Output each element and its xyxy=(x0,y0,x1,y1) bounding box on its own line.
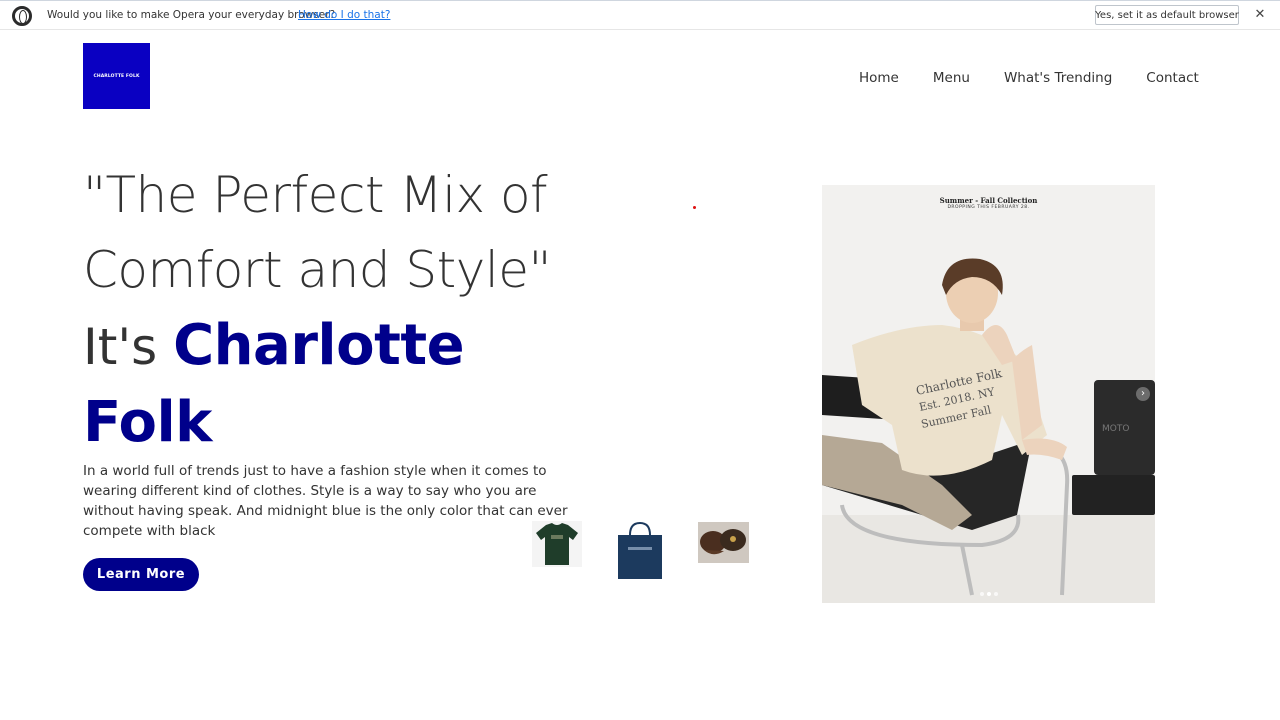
carousel-dot-active[interactable] xyxy=(987,592,991,596)
site-logo[interactable]: CHARLOTTE FOLK xyxy=(83,43,150,109)
carousel-next-icon[interactable]: › xyxy=(1136,387,1150,401)
nav-item-menu[interactable]: Menu xyxy=(933,70,970,86)
nav-item-contact[interactable]: Contact xyxy=(1146,70,1199,86)
opera-default-browser-bar: Would you like to make Opera your everyd… xyxy=(0,0,1280,30)
carousel-dots xyxy=(980,592,1001,596)
hero-brand-line2: Folk xyxy=(83,390,212,455)
red-dot-decoration xyxy=(693,206,696,209)
hero-brand-heading: It's Charlotte Folk xyxy=(83,308,643,462)
opera-how-link[interactable]: How do I do that? xyxy=(298,9,390,21)
model-in-chair-illustration: MOTO Charlotte Folk Est. 2018. NY Summer… xyxy=(822,258,1155,603)
main-nav: Home Menu What's Trending Contact xyxy=(859,70,1199,86)
green-tshirt-thumbnail[interactable] xyxy=(532,521,582,567)
nav-item-whats-trending[interactable]: What's Trending xyxy=(1004,70,1112,86)
opera-bar-message: Would you like to make Opera your everyd… xyxy=(47,9,336,21)
brown-cap-thumbnail[interactable] xyxy=(698,522,749,563)
close-icon[interactable]: ✕ xyxy=(1253,7,1267,23)
hero-photo: Summer - Fall Collection DROPPING THIS F… xyxy=(822,185,1155,603)
nav-item-home[interactable]: Home xyxy=(859,70,899,86)
hero-quote: "The Perfect Mix of Comfort and Style" xyxy=(83,158,643,308)
hero-quote-line1: "The Perfect Mix of xyxy=(83,166,548,224)
hero-description: In a world full of trends just to have a… xyxy=(83,463,568,539)
opera-logo-icon xyxy=(12,6,32,26)
carousel-dot[interactable] xyxy=(980,592,984,596)
hero-quote-line2: Comfort and Style" xyxy=(83,241,552,299)
set-default-browser-button[interactable]: Yes, set it as default browser xyxy=(1095,5,1239,25)
hero-its: It's xyxy=(83,318,158,376)
navy-tote-bag-thumbnail[interactable] xyxy=(614,521,666,581)
hero-brand-line1: Charlotte xyxy=(173,313,465,378)
carousel-dot[interactable] xyxy=(994,592,998,596)
logo-text: CHARLOTTE FOLK xyxy=(93,73,140,79)
svg-text:MOTO: MOTO xyxy=(1102,424,1129,434)
learn-more-button[interactable]: Learn More xyxy=(83,558,199,591)
